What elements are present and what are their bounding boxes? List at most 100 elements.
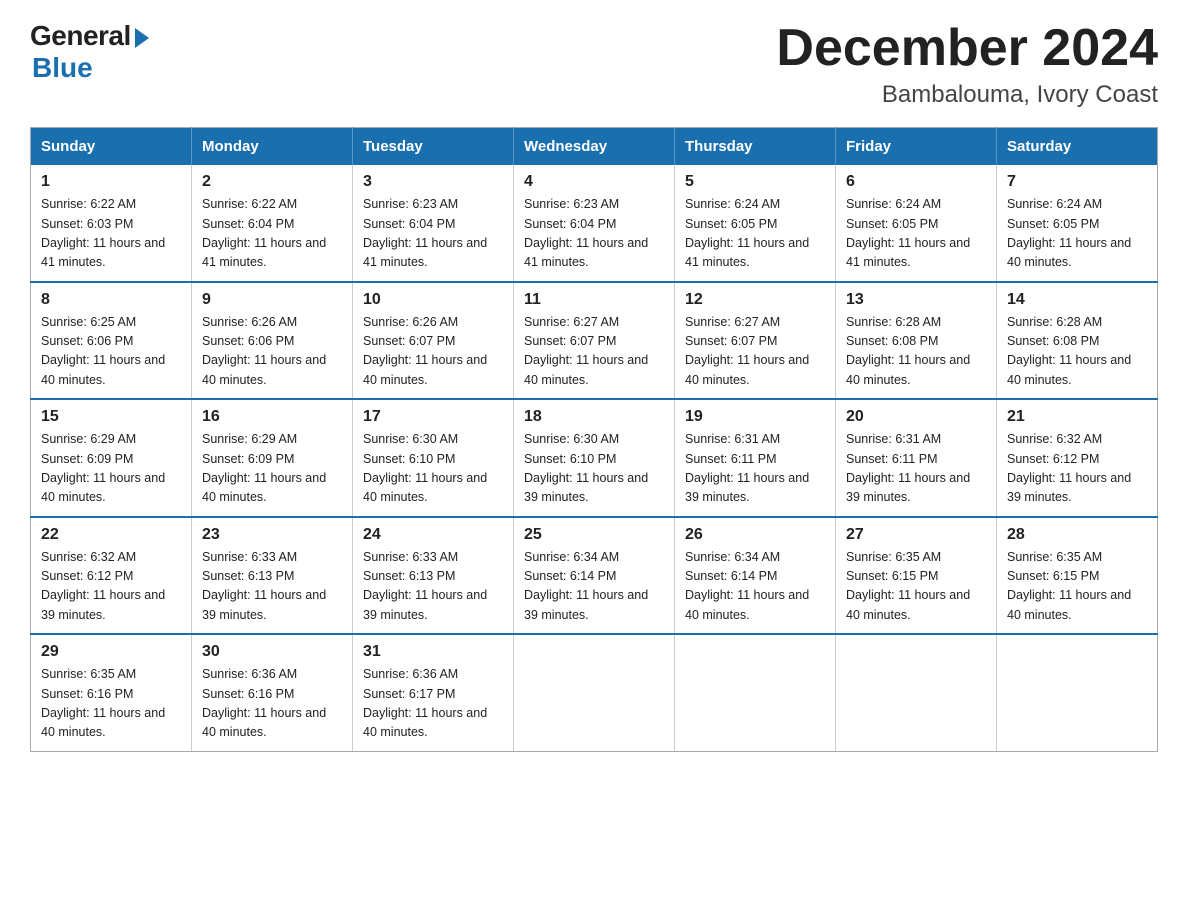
calendar-cell: 24 Sunrise: 6:33 AMSunset: 6:13 PMDaylig… (353, 517, 514, 635)
calendar-week-row: 29 Sunrise: 6:35 AMSunset: 6:16 PMDaylig… (31, 634, 1158, 751)
calendar-cell: 8 Sunrise: 6:25 AMSunset: 6:06 PMDayligh… (31, 282, 192, 400)
calendar-cell: 5 Sunrise: 6:24 AMSunset: 6:05 PMDayligh… (675, 165, 836, 282)
calendar-cell: 28 Sunrise: 6:35 AMSunset: 6:15 PMDaylig… (997, 517, 1158, 635)
calendar-cell (997, 634, 1158, 751)
day-info: Sunrise: 6:35 AMSunset: 6:15 PMDaylight:… (846, 548, 986, 626)
day-info: Sunrise: 6:29 AMSunset: 6:09 PMDaylight:… (202, 430, 342, 508)
day-info: Sunrise: 6:24 AMSunset: 6:05 PMDaylight:… (846, 195, 986, 273)
day-number: 24 (363, 526, 503, 544)
logo-arrow-icon (135, 28, 149, 48)
calendar-cell: 16 Sunrise: 6:29 AMSunset: 6:09 PMDaylig… (192, 399, 353, 517)
day-number: 30 (202, 643, 342, 661)
calendar-cell: 23 Sunrise: 6:33 AMSunset: 6:13 PMDaylig… (192, 517, 353, 635)
day-info: Sunrise: 6:24 AMSunset: 6:05 PMDaylight:… (685, 195, 825, 273)
day-info: Sunrise: 6:26 AMSunset: 6:06 PMDaylight:… (202, 313, 342, 391)
calendar-cell: 7 Sunrise: 6:24 AMSunset: 6:05 PMDayligh… (997, 165, 1158, 282)
calendar-cell: 29 Sunrise: 6:35 AMSunset: 6:16 PMDaylig… (31, 634, 192, 751)
calendar-cell: 18 Sunrise: 6:30 AMSunset: 6:10 PMDaylig… (514, 399, 675, 517)
day-number: 2 (202, 173, 342, 191)
calendar-cell: 22 Sunrise: 6:32 AMSunset: 6:12 PMDaylig… (31, 517, 192, 635)
day-info: Sunrise: 6:36 AMSunset: 6:16 PMDaylight:… (202, 665, 342, 743)
header: General Blue December 2024 Bambalouma, I… (30, 20, 1158, 109)
calendar-cell: 25 Sunrise: 6:34 AMSunset: 6:14 PMDaylig… (514, 517, 675, 635)
day-info: Sunrise: 6:28 AMSunset: 6:08 PMDaylight:… (1007, 313, 1147, 391)
day-number: 18 (524, 408, 664, 426)
day-number: 23 (202, 526, 342, 544)
calendar-cell: 26 Sunrise: 6:34 AMSunset: 6:14 PMDaylig… (675, 517, 836, 635)
calendar-header-monday: Monday (192, 128, 353, 166)
calendar-table: SundayMondayTuesdayWednesdayThursdayFrid… (30, 127, 1158, 752)
calendar-header-row: SundayMondayTuesdayWednesdayThursdayFrid… (31, 128, 1158, 166)
day-number: 8 (41, 291, 181, 309)
day-info: Sunrise: 6:22 AMSunset: 6:03 PMDaylight:… (41, 195, 181, 273)
day-number: 15 (41, 408, 181, 426)
calendar-cell (836, 634, 997, 751)
day-number: 13 (846, 291, 986, 309)
calendar-week-row: 1 Sunrise: 6:22 AMSunset: 6:03 PMDayligh… (31, 165, 1158, 282)
day-info: Sunrise: 6:28 AMSunset: 6:08 PMDaylight:… (846, 313, 986, 391)
calendar-cell (514, 634, 675, 751)
day-number: 22 (41, 526, 181, 544)
calendar-header-friday: Friday (836, 128, 997, 166)
day-number: 27 (846, 526, 986, 544)
location-subtitle: Bambalouma, Ivory Coast (776, 81, 1158, 109)
calendar-cell: 3 Sunrise: 6:23 AMSunset: 6:04 PMDayligh… (353, 165, 514, 282)
calendar-cell: 31 Sunrise: 6:36 AMSunset: 6:17 PMDaylig… (353, 634, 514, 751)
calendar-week-row: 8 Sunrise: 6:25 AMSunset: 6:06 PMDayligh… (31, 282, 1158, 400)
day-info: Sunrise: 6:26 AMSunset: 6:07 PMDaylight:… (363, 313, 503, 391)
calendar-cell: 6 Sunrise: 6:24 AMSunset: 6:05 PMDayligh… (836, 165, 997, 282)
title-area: December 2024 Bambalouma, Ivory Coast (776, 20, 1158, 109)
day-info: Sunrise: 6:33 AMSunset: 6:13 PMDaylight:… (202, 548, 342, 626)
calendar-cell: 27 Sunrise: 6:35 AMSunset: 6:15 PMDaylig… (836, 517, 997, 635)
day-number: 31 (363, 643, 503, 661)
calendar-cell: 1 Sunrise: 6:22 AMSunset: 6:03 PMDayligh… (31, 165, 192, 282)
day-info: Sunrise: 6:23 AMSunset: 6:04 PMDaylight:… (363, 195, 503, 273)
calendar-week-row: 15 Sunrise: 6:29 AMSunset: 6:09 PMDaylig… (31, 399, 1158, 517)
day-info: Sunrise: 6:34 AMSunset: 6:14 PMDaylight:… (524, 548, 664, 626)
day-number: 9 (202, 291, 342, 309)
calendar-cell: 15 Sunrise: 6:29 AMSunset: 6:09 PMDaylig… (31, 399, 192, 517)
day-number: 17 (363, 408, 503, 426)
calendar-cell: 17 Sunrise: 6:30 AMSunset: 6:10 PMDaylig… (353, 399, 514, 517)
day-number: 21 (1007, 408, 1147, 426)
month-year-title: December 2024 (776, 20, 1158, 77)
day-number: 4 (524, 173, 664, 191)
day-info: Sunrise: 6:24 AMSunset: 6:05 PMDaylight:… (1007, 195, 1147, 273)
calendar-cell: 20 Sunrise: 6:31 AMSunset: 6:11 PMDaylig… (836, 399, 997, 517)
logo: General Blue (30, 20, 149, 84)
day-info: Sunrise: 6:32 AMSunset: 6:12 PMDaylight:… (1007, 430, 1147, 508)
calendar-cell: 19 Sunrise: 6:31 AMSunset: 6:11 PMDaylig… (675, 399, 836, 517)
day-info: Sunrise: 6:23 AMSunset: 6:04 PMDaylight:… (524, 195, 664, 273)
day-info: Sunrise: 6:30 AMSunset: 6:10 PMDaylight:… (524, 430, 664, 508)
calendar-header-tuesday: Tuesday (353, 128, 514, 166)
calendar-cell: 9 Sunrise: 6:26 AMSunset: 6:06 PMDayligh… (192, 282, 353, 400)
day-number: 19 (685, 408, 825, 426)
calendar-cell: 12 Sunrise: 6:27 AMSunset: 6:07 PMDaylig… (675, 282, 836, 400)
day-info: Sunrise: 6:33 AMSunset: 6:13 PMDaylight:… (363, 548, 503, 626)
day-number: 29 (41, 643, 181, 661)
calendar-header-sunday: Sunday (31, 128, 192, 166)
day-number: 10 (363, 291, 503, 309)
calendar-cell: 21 Sunrise: 6:32 AMSunset: 6:12 PMDaylig… (997, 399, 1158, 517)
calendar-cell: 11 Sunrise: 6:27 AMSunset: 6:07 PMDaylig… (514, 282, 675, 400)
day-info: Sunrise: 6:36 AMSunset: 6:17 PMDaylight:… (363, 665, 503, 743)
day-info: Sunrise: 6:25 AMSunset: 6:06 PMDaylight:… (41, 313, 181, 391)
day-number: 11 (524, 291, 664, 309)
day-info: Sunrise: 6:22 AMSunset: 6:04 PMDaylight:… (202, 195, 342, 273)
day-info: Sunrise: 6:27 AMSunset: 6:07 PMDaylight:… (524, 313, 664, 391)
day-number: 1 (41, 173, 181, 191)
logo-general-text: General (30, 20, 131, 52)
day-number: 3 (363, 173, 503, 191)
day-number: 7 (1007, 173, 1147, 191)
calendar-header-wednesday: Wednesday (514, 128, 675, 166)
day-info: Sunrise: 6:31 AMSunset: 6:11 PMDaylight:… (685, 430, 825, 508)
day-number: 5 (685, 173, 825, 191)
day-info: Sunrise: 6:35 AMSunset: 6:15 PMDaylight:… (1007, 548, 1147, 626)
logo-blue-text: Blue (32, 52, 93, 84)
calendar-header-thursday: Thursday (675, 128, 836, 166)
day-number: 20 (846, 408, 986, 426)
day-number: 12 (685, 291, 825, 309)
day-info: Sunrise: 6:35 AMSunset: 6:16 PMDaylight:… (41, 665, 181, 743)
day-number: 26 (685, 526, 825, 544)
calendar-cell (675, 634, 836, 751)
